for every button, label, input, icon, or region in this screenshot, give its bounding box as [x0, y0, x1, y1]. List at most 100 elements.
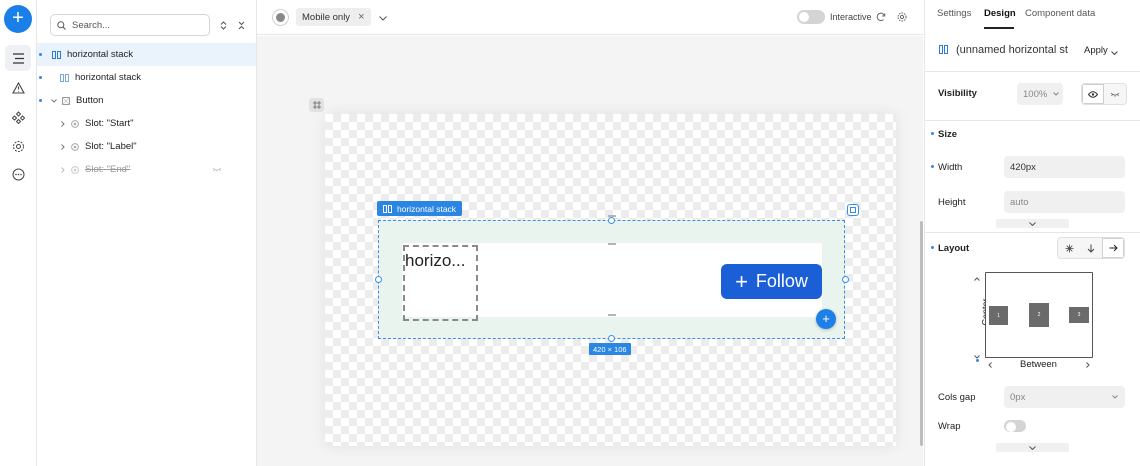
resize-handle-bottom[interactable] — [608, 335, 615, 342]
frame-icon[interactable] — [309, 98, 324, 112]
search-icon — [57, 20, 66, 30]
slot-icon — [71, 165, 79, 174]
visibility-value: 100% — [1023, 88, 1048, 100]
layer-search[interactable] — [50, 14, 210, 36]
chevron-right-icon[interactable] — [59, 143, 67, 151]
divider — [925, 120, 1140, 121]
modified-dot — [976, 359, 979, 362]
resize-handle-left[interactable] — [375, 276, 382, 283]
tree-row-label: Slot: "Label" — [85, 141, 137, 152]
close-icon[interactable]: × — [358, 11, 364, 23]
add-item-button[interactable]: + — [816, 309, 836, 329]
tree-row-button[interactable]: Button — [37, 89, 256, 112]
plus-icon: + — [735, 268, 748, 294]
button-component-icon — [62, 96, 70, 105]
tree-row-label: Button — [76, 95, 104, 106]
modified-dot — [931, 246, 934, 249]
resize-handle-top[interactable] — [608, 217, 615, 224]
follow-button[interactable]: + Follow — [721, 264, 822, 299]
viewport-chip-label: Mobile only — [302, 11, 351, 23]
arrow-right-icon[interactable] — [1102, 238, 1124, 258]
refresh-icon[interactable] — [876, 12, 886, 25]
chevron-left-icon[interactable] — [988, 360, 992, 371]
modified-dot — [39, 53, 42, 56]
tree-row-slot-end[interactable]: Slot: "End" — [37, 158, 256, 181]
eye-hidden-icon[interactable] — [1104, 84, 1126, 104]
collapse-all-icon[interactable] — [234, 18, 248, 32]
follow-button-label: Follow — [755, 271, 808, 291]
warning-icon[interactable] — [5, 75, 31, 101]
wrap-toggle[interactable] — [1004, 420, 1026, 432]
chevron-right-icon[interactable] — [59, 166, 67, 174]
tree-row-slot-start[interactable]: Slot: "Start" — [37, 112, 256, 135]
more-icon[interactable] — [5, 161, 31, 187]
horizontal-stack-frame[interactable]: horizo... + Follow + — [375, 215, 849, 342]
start-slot-placeholder[interactable]: horizo... — [403, 245, 478, 321]
component-header: (unnamed horizontal st Apply — [925, 30, 1140, 72]
interactive-label: Interactive — [830, 12, 872, 22]
apply-button[interactable]: Apply — [1084, 45, 1108, 56]
spacing-handle[interactable] — [608, 314, 616, 316]
canvas[interactable]: horizontal stack horizo... + Follow + 42… — [257, 36, 923, 466]
chevron-down-icon[interactable] — [50, 97, 58, 105]
properties-tabs: Settings Design Component data — [925, 0, 1140, 30]
canvas-toolbar: Mobile only × Interactive — [257, 0, 923, 35]
cols-gap-select[interactable]: 0px — [1004, 386, 1125, 408]
tab-design[interactable]: Design — [984, 8, 1016, 19]
asterisk-icon[interactable] — [1058, 238, 1080, 258]
tree-row-slot-label[interactable]: Slot: "Label" — [37, 135, 256, 158]
alignment-item: 3 — [1069, 307, 1089, 323]
chevron-down-icon[interactable] — [379, 13, 387, 24]
sort-icon[interactable] — [216, 18, 230, 32]
components-icon[interactable] — [5, 104, 31, 130]
alignment-item: 1 — [989, 306, 1008, 325]
tab-settings[interactable]: Settings — [937, 8, 971, 19]
spacing-handle[interactable] — [608, 243, 616, 245]
chevron-right-icon[interactable] — [59, 120, 67, 128]
chevron-down-icon[interactable] — [1111, 48, 1118, 59]
width-input[interactable]: 420px — [1004, 156, 1125, 178]
expand-size-button[interactable] — [996, 219, 1069, 228]
alignment-item: 2 — [1029, 303, 1049, 327]
tab-component-data[interactable]: Component data — [1025, 8, 1095, 19]
record-button[interactable] — [272, 9, 289, 26]
active-tab-indicator — [984, 27, 1014, 29]
layers-icon[interactable] — [5, 45, 31, 71]
add-child-icon[interactable] — [847, 204, 859, 216]
chevron-right-icon[interactable] — [1086, 360, 1090, 371]
height-input[interactable]: auto — [1004, 191, 1125, 213]
add-element-button[interactable]: + — [4, 5, 32, 33]
search-input[interactable] — [72, 19, 200, 31]
chevron-down-icon — [1029, 445, 1036, 450]
chevron-up-icon[interactable] — [974, 273, 980, 284]
canvas-scrollbar[interactable] — [920, 221, 923, 446]
eye-icon[interactable] — [1082, 84, 1104, 104]
interactive-toggle[interactable] — [797, 10, 825, 24]
modified-dot — [39, 76, 42, 79]
selection-label[interactable]: horizontal stack — [377, 201, 463, 216]
tree-row-horizontal-stack-root[interactable]: horizontal stack — [37, 43, 256, 66]
tree-row-label: horizontal stack — [67, 49, 134, 60]
selection-label-text: horizontal stack — [397, 203, 457, 214]
tree-row-horizontal-stack-child[interactable]: horizontal stack — [37, 66, 256, 89]
layout-section-label: Layout — [938, 243, 970, 254]
slot-icon — [71, 142, 79, 151]
alignment-preview[interactable]: 1 2 3 — [985, 272, 1093, 358]
settings-icon[interactable] — [897, 12, 907, 25]
visibility-label: Visibility — [938, 88, 977, 99]
arrow-down-icon[interactable] — [1080, 238, 1102, 258]
visibility-toggle[interactable] — [1081, 83, 1127, 105]
visibility-select[interactable]: 100% — [1017, 83, 1063, 105]
layout-direction-toggle[interactable] — [1057, 237, 1125, 259]
properties-panel: Settings Design Component data (unnamed … — [924, 0, 1140, 466]
component-name: (unnamed horizontal st — [956, 44, 1068, 56]
expand-layout-button[interactable] — [996, 443, 1069, 452]
eye-hidden-icon[interactable] — [212, 164, 222, 175]
viewport-chip[interactable]: Mobile only × — [296, 8, 371, 26]
icon-rail: + — [0, 0, 37, 466]
placeholder-text: horizo... — [405, 251, 466, 270]
divider — [925, 232, 1140, 233]
resize-handle-right[interactable] — [842, 276, 849, 283]
settings-icon[interactable] — [5, 133, 31, 159]
modified-dot — [931, 132, 934, 135]
